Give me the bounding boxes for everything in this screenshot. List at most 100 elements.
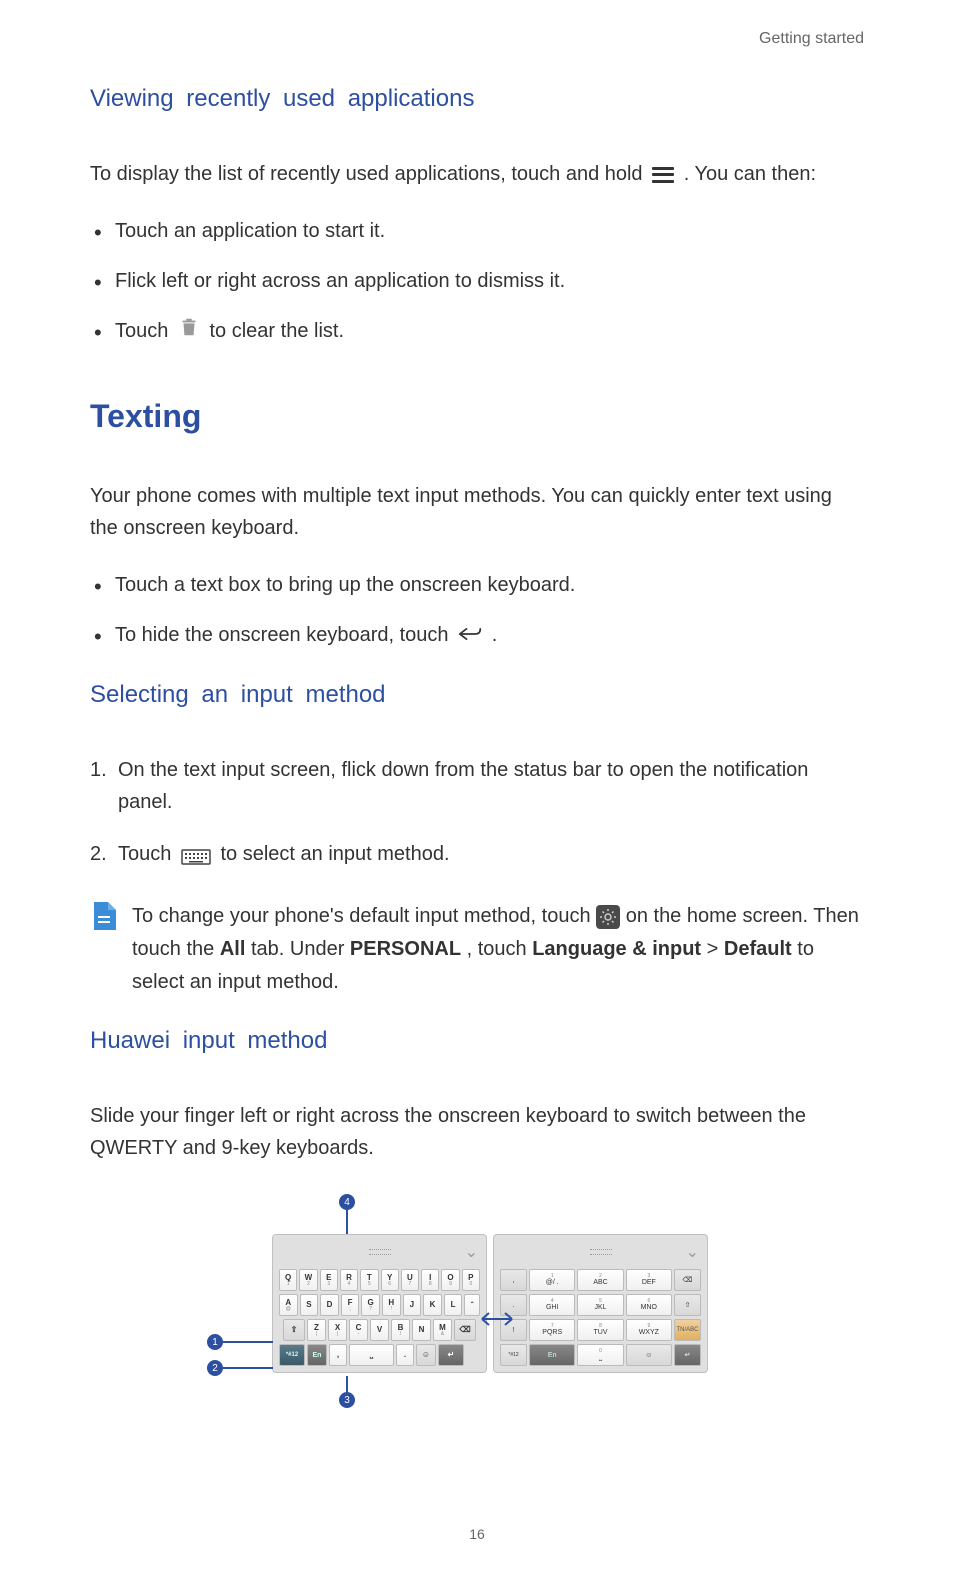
step-item: 2. Touch to select an input method. [90,838,864,870]
bold-all: All [220,938,246,960]
callout-4: 4 [339,1194,355,1210]
para-huawei-input-intro: Slide your finger left or right across t… [90,1100,864,1164]
text-fragment: . [492,624,498,646]
heading-texting: Texting [90,398,864,435]
language-key: En [529,1344,575,1366]
heading-viewing-recent-apps: Viewing recently used applications [90,85,864,113]
bold-language-input: Language & input [532,938,701,960]
para-texting-intro: Your phone comes with multiple text inpu… [90,480,864,544]
numpad-key: 7PQRS [529,1319,575,1341]
numpad-key: 8TUV [577,1319,623,1341]
letter-key: T5 [360,1269,378,1291]
keyboard-row: ⇧Z(X)C-VB/NM&⌫ [279,1319,480,1341]
chevron-down-icon: ⌄ [465,1242,478,1262]
text-fragment: , touch [467,938,533,960]
keyboard-bottom-row: *#12 En , ⎵ . ☺ ↵ [279,1344,480,1366]
heading-huawei-input-method: Huawei input method [90,1027,864,1055]
bullet-item: Touch to clear the list. [90,315,864,348]
step-number: 1. [90,754,107,786]
symbols-key: *#12 [279,1344,305,1366]
symbols-key: *#12 [500,1344,527,1366]
letter-key: F; [341,1294,360,1316]
tnabc-key: TN/ABC [674,1319,701,1341]
letter-key: B/ [391,1319,410,1341]
text-fragment: To hide the onscreen keyboard, touch [115,624,454,646]
step-number: 2. [90,838,107,870]
chevron-down-icon: ⌄ [686,1242,699,1262]
comma-key: , [329,1344,347,1366]
callout-1: 1 [207,1334,223,1350]
enter-key: ↵ [674,1344,701,1366]
numpad-key: 1@/ . [529,1269,575,1291]
letter-key: K [423,1294,442,1316]
callout-2: 2 [207,1360,223,1376]
qwerty-keyboard: ⌄ Q1W2E3R4T5Y6U7I8O9P0 A@SDF;G?H!JKL⌃ ⇧Z… [272,1234,487,1373]
letter-key: U7 [401,1269,419,1291]
page-body: Viewing recently used applications To di… [0,0,954,1423]
letter-key: E3 [320,1269,338,1291]
bullet-item: To hide the onscreen keyboard, touch . [90,619,864,652]
menu-icon [652,167,674,183]
text-fragment: Touch [118,843,177,865]
letter-key: O9 [441,1269,459,1291]
keyboard-row: ,1@/ .2ABC3DEF⌫ [500,1269,701,1291]
selecting-input-steps: 1. On the text input screen, flick down … [90,754,864,870]
text-fragment: tab. Under [251,938,350,960]
letter-key: G? [361,1294,380,1316]
enter-key: ↵ [438,1344,464,1366]
page-number: 16 [469,1526,485,1542]
numpad-key: 3DEF [626,1269,672,1291]
trash-icon [178,316,200,348]
note-block: To change your phone's default input met… [90,900,864,999]
emoji-key: ☺ [416,1344,436,1366]
backspace-key: ⌫ [454,1319,476,1341]
space-key: 0⎵ [577,1344,623,1366]
numpad-key: 5JKL [577,1294,623,1316]
language-key: En [307,1344,327,1366]
letter-key: R4 [340,1269,358,1291]
page-header: Getting started [759,30,864,48]
para-recent-apps-intro: To display the list of recently used app… [90,158,864,190]
text-fragment: > [707,938,724,960]
text-fragment: to clear the list. [210,320,345,342]
numpad-key: 4GHI [529,1294,575,1316]
ninekey-keyboard: ⌄ ,1@/ .2ABC3DEF⌫ .4GHI5JKL6MNO⇧ !7PQRS8… [493,1234,708,1373]
letter-key: W2 [299,1269,317,1291]
letter-key: Z( [307,1319,326,1341]
letter-key: H! [382,1294,401,1316]
bullet-item: Touch an application to start it. [90,215,864,247]
emoji-key: ☺ [626,1344,672,1366]
drag-handle-icon [369,1249,391,1255]
bullet-item: Touch a text box to bring up the onscree… [90,569,864,601]
keyboard-row: .4GHI5JKL6MNO⇧ [500,1294,701,1316]
keyboard-icon [181,845,211,865]
bold-default: Default [724,938,792,960]
letter-key: V [370,1319,389,1341]
letter-key: J [403,1294,422,1316]
letter-key: Q1 [279,1269,297,1291]
callout-3: 3 [339,1392,355,1408]
note-document-icon [90,900,118,932]
side-key: , [500,1269,527,1291]
backspace-key: ⌫ [674,1269,701,1291]
note-text: To change your phone's default input met… [132,900,864,999]
keyboard-row: Q1W2E3R4T5Y6U7I8O9P0 [279,1269,480,1291]
settings-icon [596,905,620,929]
keyboard-figure: 4 1 2 3 ⌄ Q1W2E3R4T5Y6U7I8O9P0 A@SDF;G?H… [232,1194,722,1423]
slide-arrow-icon [477,1299,517,1339]
recent-apps-bullet-list: Touch an application to start it. Flick … [90,215,864,348]
period-key: . [396,1344,414,1366]
text-fragment: To change your phone's default input met… [132,905,596,927]
letter-key: M& [433,1319,452,1341]
letter-key: I8 [421,1269,439,1291]
shift-key: ⇧ [283,1319,305,1341]
letter-key: Y6 [381,1269,399,1291]
keyboard-topbar: ⌄ [500,1241,701,1263]
keyboard-row: !7PQRS8TUV9WXYZTN/ABC [500,1319,701,1341]
bold-personal: PERSONAL [350,938,461,960]
keyboard-row: A@SDF;G?H!JKL⌃ [279,1294,480,1316]
text-fragment: . You can then: [684,163,816,185]
heading-selecting-input-method: Selecting an input method [90,681,864,709]
keyboard-bottom-row: *#12 En 0⎵ ☺ ↵ [500,1344,701,1366]
letter-key: C- [349,1319,368,1341]
